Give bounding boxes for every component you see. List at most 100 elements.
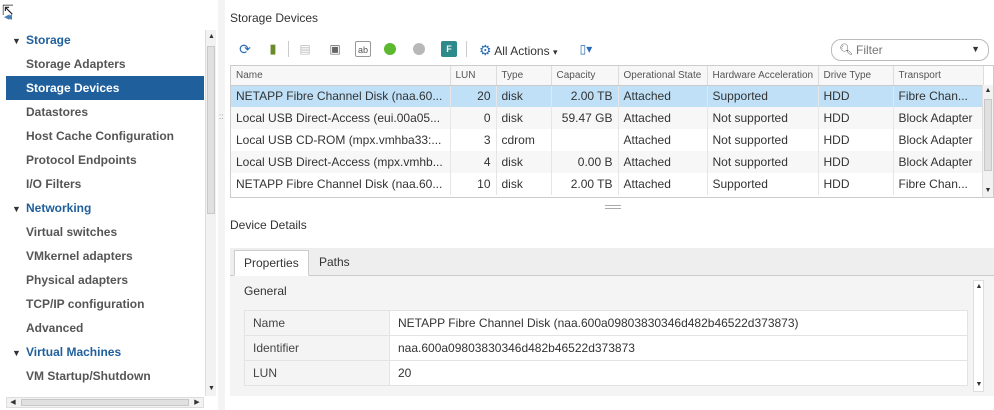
column-header[interactable]: Capacity xyxy=(551,66,619,86)
table-cell: Attached xyxy=(618,85,708,107)
sidebar-item-5[interactable]: Protocol Endpoints xyxy=(6,148,204,172)
column-header[interactable]: Drive Type xyxy=(818,66,894,86)
table-row[interactable]: Local USB Direct-Access (mpx.vmhb... 4 dis… xyxy=(231,151,984,173)
details-vertical-scrollbar[interactable]: ▲ ▼ xyxy=(973,280,984,392)
filter-input[interactable] xyxy=(854,42,964,58)
sidebar-item-6[interactable]: I/O Filters xyxy=(6,172,204,196)
scroll-right-icon[interactable]: ▶ xyxy=(191,398,203,407)
nav-list: ▼ Storage Storage Adapters Storage Devices D… xyxy=(6,28,204,396)
table-cell: Supported xyxy=(707,173,819,195)
table-cell: HDD xyxy=(818,151,894,173)
table-cell: Block Adapter xyxy=(893,107,984,129)
rescan-storage-icon[interactable]: ▮ xyxy=(265,41,281,57)
attach-icon[interactable]: ▣ xyxy=(327,41,343,57)
sidebar-item-4[interactable]: Host Cache Configuration xyxy=(6,124,204,148)
scroll-up-icon[interactable]: ▲ xyxy=(974,281,984,293)
table-cell: HDD xyxy=(818,129,894,151)
scroll-thumb[interactable] xyxy=(207,46,215,214)
table-cell: Block Adapter xyxy=(893,129,984,151)
rename-icon[interactable]: ab xyxy=(355,41,371,57)
search-icon: 🔍︎ xyxy=(839,44,853,56)
column-header[interactable]: LUN xyxy=(450,66,497,86)
table-cell: Supported xyxy=(707,85,819,107)
mark-flash-icon[interactable]: F xyxy=(441,41,457,57)
detach-icon[interactable]: ▤ xyxy=(297,41,313,57)
sidebar-item-10[interactable]: Physical adapters xyxy=(6,268,204,292)
table-cell: 3 xyxy=(450,129,497,151)
scroll-down-icon[interactable]: ▼ xyxy=(983,185,993,197)
sidebar-item-14[interactable]: VM Startup/Shutdown xyxy=(6,364,204,388)
table-cell: 2.00 TB xyxy=(551,173,619,195)
nav-group-7[interactable]: ▼ Networking xyxy=(6,196,204,220)
table-row[interactable]: NETAPP Fibre Channel Disk (naa.60... 10 di… xyxy=(231,173,984,195)
scroll-left-icon[interactable]: ◀ xyxy=(7,398,19,407)
chevron-down-icon[interactable]: ▼ xyxy=(971,44,980,54)
table-row[interactable]: Local USB CD-ROM (mpx.vmhba33:... 3 cdrom A… xyxy=(231,129,984,151)
expand-triangle-icon[interactable]: ▼ xyxy=(12,29,26,53)
property-row: Name NETAPP Fibre Channel Disk (naa.600a0… xyxy=(244,310,968,336)
grid-body: NETAPP Fibre Channel Disk (naa.60... 20 di… xyxy=(231,85,984,195)
gear-icon: ⚙ xyxy=(479,42,492,58)
table-cell: 0 xyxy=(450,107,497,129)
column-header[interactable]: Operational State xyxy=(618,66,708,86)
nav-group-0[interactable]: ▼ Storage xyxy=(6,28,204,52)
table-cell: NETAPP Fibre Channel Disk (naa.60... xyxy=(231,173,451,195)
table-cell: HDD xyxy=(818,107,894,129)
page-title: Storage Devices xyxy=(230,11,319,25)
tab-properties[interactable]: Properties xyxy=(234,250,309,276)
sidebar-item-12[interactable]: Advanced xyxy=(6,316,204,340)
property-key: Identifier xyxy=(244,335,390,361)
toolbar-separator xyxy=(466,41,467,57)
all-actions-menu[interactable]: ⚙ All Actions ▾ xyxy=(479,41,557,59)
sidebar-item-2[interactable]: Storage Devices xyxy=(6,76,204,100)
nav-vertical-scrollbar[interactable]: ▲ ▼ xyxy=(205,30,216,396)
sidebar-item-1[interactable]: Storage Adapters xyxy=(6,52,204,76)
drag-grip-icon[interactable]: :: xyxy=(219,112,223,121)
collapse-panel-icon[interactable]: ◂◂ xyxy=(4,10,12,23)
details-tabs: Properties Paths xyxy=(230,248,994,276)
main-panel: Storage Devices ⟳ ▮ ▤ ▣ ab F ⚙ All Actio… xyxy=(225,0,994,410)
column-header[interactable]: Transport xyxy=(893,66,984,86)
scroll-thumb[interactable] xyxy=(984,99,992,171)
expand-triangle-icon[interactable]: ▼ xyxy=(12,197,26,221)
all-actions-label: All Actions xyxy=(494,44,550,58)
refresh-icon[interactable]: ⟳ xyxy=(237,41,253,57)
nav-group-13[interactable]: ▼ Virtual Machines xyxy=(6,340,204,364)
column-header[interactable]: Hardware Acceleration xyxy=(707,66,819,86)
table-cell: NETAPP Fibre Channel Disk (naa.60... xyxy=(231,85,451,107)
table-cell: Attached xyxy=(618,129,708,151)
sidebar-item-8[interactable]: Virtual switches xyxy=(6,220,204,244)
details-panel: General Name NETAPP Fibre Channel Disk (n… xyxy=(230,276,994,396)
turn-off-led-icon[interactable] xyxy=(413,43,425,55)
nav-group-label: Storage xyxy=(26,33,71,47)
tab-paths[interactable]: Paths xyxy=(310,250,359,276)
filter-box[interactable]: 🔍︎ ▼ xyxy=(831,39,989,61)
scroll-thumb[interactable] xyxy=(21,399,189,406)
left-navigation: ⇱ ◂◂ ▼ Storage Storage Adapters Storage Dev… xyxy=(0,0,218,410)
table-cell: disk xyxy=(496,85,552,107)
table-cell: Fibre Chan... xyxy=(893,173,984,195)
sidebar-item-3[interactable]: Datastores xyxy=(6,100,204,124)
copy-to-clipboard-icon[interactable]: ▯▾ xyxy=(573,41,599,57)
horizontal-splitter-grip[interactable] xyxy=(605,205,621,209)
pane-splitter[interactable]: :: xyxy=(218,0,225,410)
column-header[interactable]: Type xyxy=(496,66,552,86)
table-cell: Attached xyxy=(618,173,708,195)
scroll-down-icon[interactable]: ▼ xyxy=(206,382,217,396)
sidebar-item-11[interactable]: TCP/IP configuration xyxy=(6,292,204,316)
expand-triangle-icon[interactable]: ▼ xyxy=(12,341,26,365)
scroll-up-icon[interactable]: ▲ xyxy=(206,30,217,44)
scroll-down-icon[interactable]: ▼ xyxy=(974,379,984,391)
turn-on-led-icon[interactable] xyxy=(384,43,396,55)
table-row[interactable]: NETAPP Fibre Channel Disk (naa.60... 20 di… xyxy=(231,85,984,107)
devices-grid: Name LUN Type Capacity Operational State Hard… xyxy=(230,65,994,198)
table-row[interactable]: Local USB Direct-Access (eui.00a05... 0 di… xyxy=(231,107,984,129)
column-header[interactable]: Name xyxy=(231,66,451,86)
table-cell: 4 xyxy=(450,151,497,173)
scroll-up-icon[interactable]: ▲ xyxy=(983,85,993,97)
toolbar-separator xyxy=(288,41,289,57)
grid-vertical-scrollbar[interactable]: ▲ ▼ xyxy=(982,85,993,197)
nav-horizontal-scrollbar[interactable]: ◀ ▶ xyxy=(6,397,204,408)
sidebar-item-9[interactable]: VMkernel adapters xyxy=(6,244,204,268)
table-cell: Block Adapter xyxy=(893,151,984,173)
